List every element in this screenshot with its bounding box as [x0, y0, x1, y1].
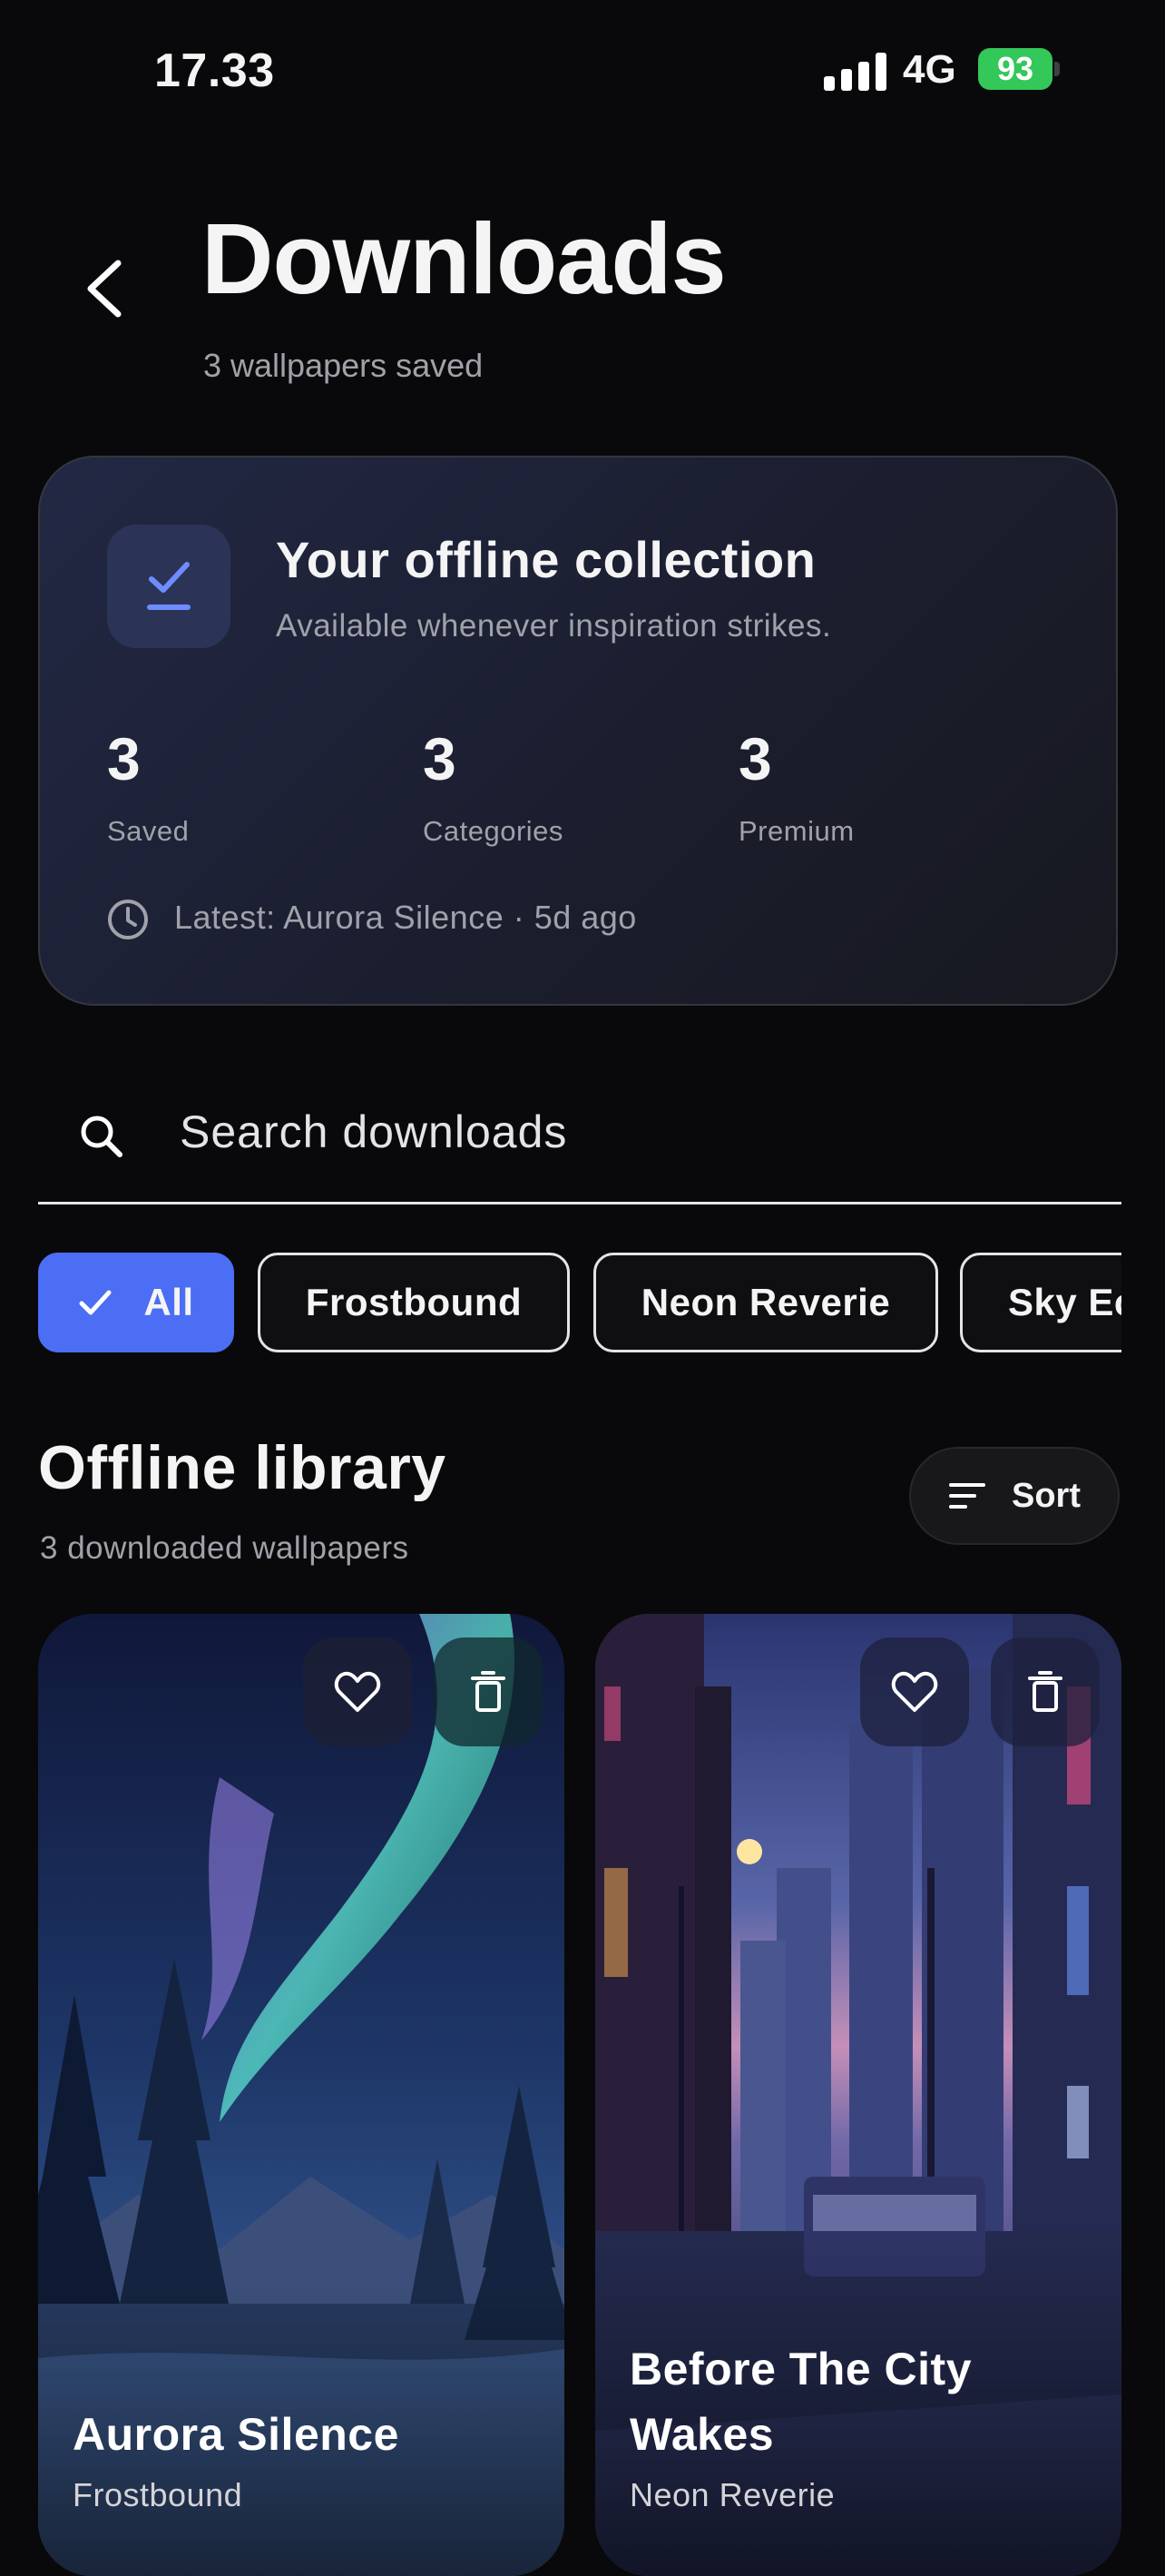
favorite-button[interactable] [860, 1637, 969, 1746]
filter-chips: All Frostbound Neon Reverie Sky Echoes [38, 1251, 1121, 1356]
heart-icon [891, 1671, 938, 1712]
wallpaper-title: Aurora Silence [73, 2409, 399, 2460]
sort-button[interactable]: Sort [909, 1447, 1120, 1545]
delete-button[interactable] [991, 1637, 1100, 1746]
sort-icon [949, 1483, 985, 1509]
sort-label: Sort [1012, 1476, 1081, 1515]
chip-label: Sky Echoes [1008, 1281, 1121, 1323]
chip-frostbound[interactable]: Frostbound [258, 1253, 570, 1352]
trash-icon [1028, 1671, 1062, 1712]
wallpaper-category: Neon Reverie [630, 2476, 836, 2513]
stat-categories-value: 3 [423, 725, 456, 792]
stat-premium-label: Premium [739, 815, 855, 847]
back-button[interactable] [78, 256, 132, 321]
collection-subtitle: Available whenever inspiration strikes. [276, 608, 832, 644]
collection-icon [107, 525, 230, 648]
chip-all[interactable]: All [38, 1253, 234, 1352]
network-type: 4G [903, 47, 956, 92]
chip-label: Frostbound [305, 1281, 523, 1323]
collection-title: Your offline collection [276, 531, 817, 588]
latest-download: Latest: Aurora Silence · 5d ago [174, 899, 637, 936]
search-icon [81, 1116, 122, 1157]
chip-sky-echoes[interactable]: Sky Echoes [960, 1253, 1121, 1352]
wallpaper-category: Frostbound [73, 2476, 243, 2513]
signal-icon [824, 51, 887, 91]
page-title: Downloads [201, 203, 727, 315]
favorite-button[interactable] [303, 1637, 412, 1746]
search-underline [38, 1202, 1121, 1204]
trash-icon [471, 1671, 505, 1712]
section-subtitle: 3 downloaded wallpapers [40, 1530, 409, 1566]
wallpaper-card-before-the-city-wakes[interactable]: Before The City Wakes Neon Reverie [595, 1614, 1121, 2576]
section-title: Offline library [38, 1433, 446, 1502]
stat-premium-value: 3 [739, 725, 772, 792]
search-input[interactable] [180, 1100, 1087, 1164]
wallpaper-title: Before The City Wakes [630, 2344, 973, 2460]
page-subtitle: 3 wallpapers saved [203, 347, 484, 384]
stat-saved-label: Saved [107, 815, 190, 847]
chip-label: Neon Reverie [641, 1281, 891, 1323]
chip-neon-reverie[interactable]: Neon Reverie [593, 1253, 938, 1352]
download-check-icon [147, 562, 191, 610]
battery-icon: 93 [978, 48, 1052, 90]
chip-label: All [143, 1281, 194, 1323]
delete-button[interactable] [434, 1637, 543, 1746]
stat-saved-value: 3 [107, 725, 141, 792]
battery-cap [1054, 62, 1060, 76]
battery-level: 93 [996, 50, 1034, 87]
wallpaper-card-aurora-silence[interactable]: Aurora Silence Frostbound [38, 1614, 564, 2576]
status-time: 17.33 [154, 44, 275, 97]
stat-categories-label: Categories [423, 815, 563, 847]
heart-icon [334, 1671, 381, 1712]
check-icon [79, 1290, 112, 1315]
clock-icon [108, 900, 148, 939]
